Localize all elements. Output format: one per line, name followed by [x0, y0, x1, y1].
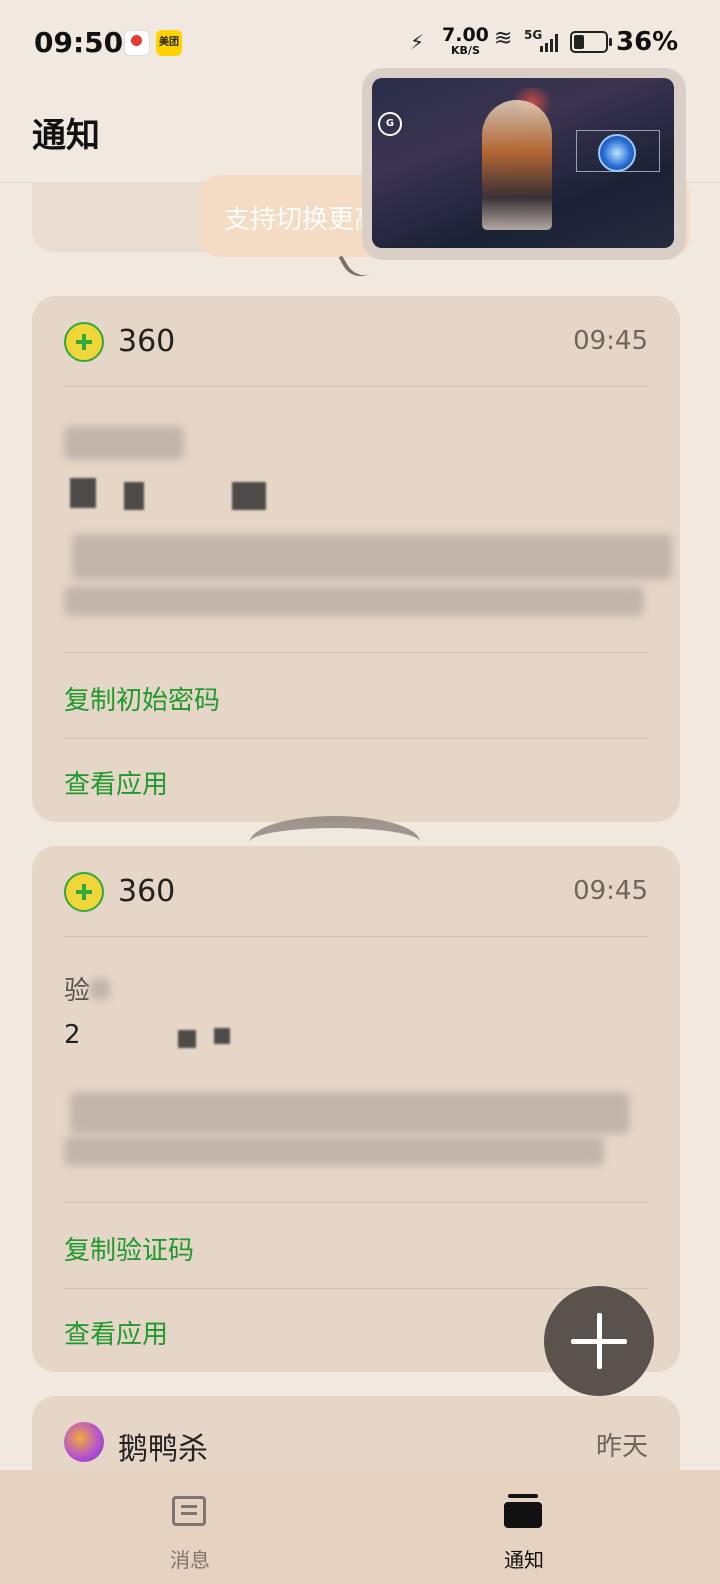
notification-time: 昨天 — [595, 1432, 648, 1462]
notification-body-redacted — [64, 416, 672, 636]
floating-game-window[interactable]: G — [362, 68, 686, 260]
message-icon — [172, 1496, 206, 1526]
360-app-icon — [64, 872, 104, 912]
notification-body-start: 验 — [64, 976, 91, 1006]
goose-goose-duck-app-icon — [64, 1422, 104, 1462]
divider — [64, 738, 648, 739]
meituan-app-icon: 美团 — [156, 30, 182, 56]
game-screen-thumbnail[interactable]: G — [372, 78, 674, 248]
bottom-navigation: 消息 通知 — [0, 1470, 720, 1584]
cell-signal-icon — [540, 34, 562, 52]
nav-tab-messages-label: 消息 — [170, 1548, 210, 1572]
notification-app-name: 鹅鸭杀 — [118, 1432, 208, 1467]
network-speed: 7.00 KB/S — [442, 24, 489, 57]
notification-time: 09:45 — [573, 876, 648, 906]
view-app-button[interactable]: 查看应用 — [64, 764, 168, 801]
game-character-image — [482, 100, 552, 230]
nav-tab-notifications[interactable]: 通知 — [344, 1470, 704, 1584]
game-overlay-icon[interactable]: G — [378, 112, 402, 136]
divider — [64, 936, 648, 937]
divider — [64, 386, 648, 387]
notification-time: 09:45 — [573, 326, 648, 356]
copy-verification-code-button[interactable]: 复制验证码 — [64, 1230, 194, 1267]
notification-body-line2-start: 2 — [64, 1020, 81, 1050]
page-title: 通知 — [32, 116, 100, 156]
notification-card-360-password[interactable]: 360 09:45 复制初始密码 查看应用 — [32, 296, 680, 822]
battery-percent: 36% — [616, 27, 679, 57]
nav-tab-messages[interactable]: 消息 — [10, 1470, 370, 1584]
notification-body-redacted: 验 2 — [64, 966, 648, 1186]
network-activity-icon: ⚡ — [410, 30, 425, 54]
nav-tab-notifications-label: 通知 — [504, 1548, 544, 1572]
notification-app-name: 360 — [118, 324, 176, 359]
divider — [64, 1202, 648, 1203]
add-button[interactable] — [544, 1286, 654, 1396]
map-app-icon — [124, 30, 150, 56]
network-speed-value: 7.00 — [442, 24, 489, 46]
network-speed-unit: KB/S — [451, 44, 480, 57]
view-app-button[interactable]: 查看应用 — [64, 1314, 168, 1351]
360-app-icon — [64, 322, 104, 362]
wifi-icon: ≋ — [494, 26, 513, 51]
copy-initial-password-button[interactable]: 复制初始密码 — [64, 680, 220, 717]
game-skill-orb — [598, 134, 636, 172]
status-time: 09:50 — [34, 26, 124, 59]
divider — [64, 652, 648, 653]
notification-app-name: 360 — [118, 874, 176, 909]
battery-icon — [570, 31, 612, 53]
divider — [64, 1288, 648, 1289]
notification-stack-icon — [504, 1494, 542, 1528]
tooltip-text: 支持切换更高 — [224, 205, 381, 235]
